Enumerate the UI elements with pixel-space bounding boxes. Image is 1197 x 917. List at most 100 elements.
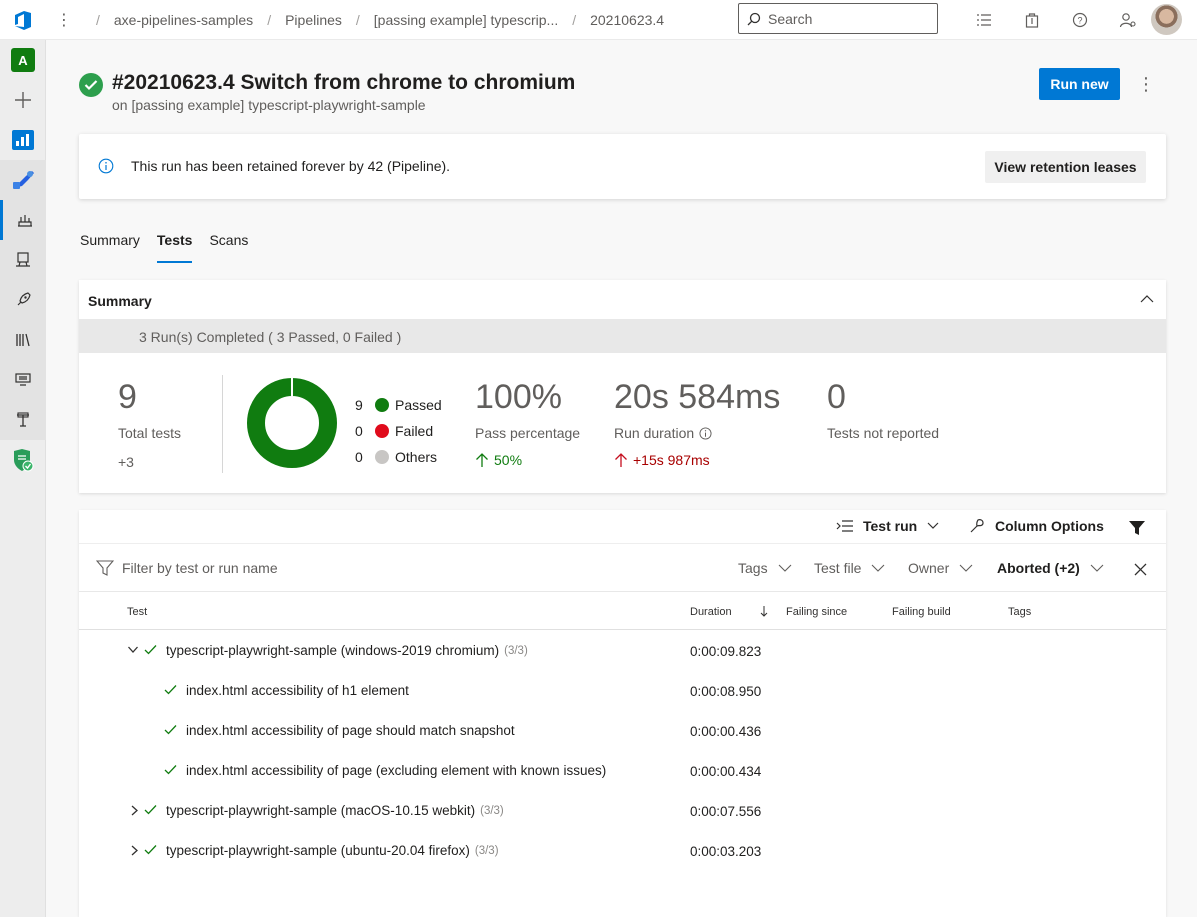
tab-tests[interactable]: Tests bbox=[156, 229, 193, 263]
library-icon[interactable] bbox=[0, 320, 46, 360]
table-row[interactable]: index.html accessibility of page (exclud… bbox=[79, 751, 1166, 791]
environments-icon[interactable] bbox=[0, 240, 46, 280]
deployment-groups-icon[interactable] bbox=[0, 400, 46, 440]
test-results-panel: Test run Column Options Filter by test o… bbox=[79, 510, 1166, 917]
breadcrumb-pipeline[interactable]: [passing example] typescrip... bbox=[374, 12, 558, 28]
column-header-tags[interactable]: Tags bbox=[1008, 606, 1031, 618]
retention-message: This run has been retained forever by 42… bbox=[131, 158, 451, 174]
arrow-up-icon bbox=[615, 453, 627, 467]
tab-summary[interactable]: Summary bbox=[80, 229, 140, 263]
tags-filter-dropdown[interactable]: Tags bbox=[738, 560, 792, 576]
filter-keyword-input[interactable]: Filter by test or run name bbox=[96, 560, 278, 576]
owner-filter-label: Owner bbox=[908, 560, 950, 576]
column-header-failing-build[interactable]: Failing build bbox=[892, 606, 951, 618]
tests-not-reported-label: Tests not reported bbox=[827, 425, 940, 441]
legend-others: 0 Others bbox=[355, 444, 442, 470]
test-duration: 0:00:09.823 bbox=[690, 644, 762, 659]
tab-scans[interactable]: Scans bbox=[209, 229, 248, 263]
table-row-group[interactable]: typescript-playwright-sample (ubuntu-20.… bbox=[79, 831, 1166, 871]
chevron-down-icon bbox=[927, 522, 939, 529]
run-new-button[interactable]: Run new bbox=[1039, 68, 1120, 100]
chevron-down-icon bbox=[778, 564, 791, 572]
run-header: #20210623.4 Switch from chrome to chromi… bbox=[79, 70, 575, 113]
owner-filter-dropdown[interactable]: Owner bbox=[908, 560, 973, 576]
breadcrumb-run[interactable]: 20210623.4 bbox=[590, 12, 664, 28]
table-row-group[interactable]: typescript-playwright-sample (windows-20… bbox=[79, 631, 1166, 671]
table-row[interactable]: index.html accessibility of page should … bbox=[79, 711, 1166, 751]
retention-banner: This run has been retained forever by 42… bbox=[79, 134, 1166, 199]
column-options-button[interactable]: Column Options bbox=[969, 518, 1104, 534]
search-input[interactable]: Search bbox=[738, 3, 938, 34]
outcome-filter-dropdown[interactable]: Aborted (+2) bbox=[997, 560, 1104, 576]
pipelines-icon[interactable] bbox=[0, 160, 46, 200]
pipelines-runs-icon[interactable] bbox=[0, 200, 46, 240]
help-icon[interactable]: ? bbox=[1056, 12, 1104, 28]
org-switcher[interactable]: A bbox=[0, 40, 46, 80]
svg-text:?: ? bbox=[1077, 16, 1082, 26]
run-duration-value: 20s 584ms bbox=[614, 378, 781, 416]
column-header-duration[interactable]: Duration bbox=[690, 606, 732, 618]
pass-percentage-trend: 50% bbox=[475, 452, 522, 468]
run-duration-delta: +15s 987ms bbox=[633, 452, 710, 468]
test-run-count: (3/3) bbox=[474, 844, 499, 857]
clear-filters-close-icon[interactable] bbox=[1134, 563, 1147, 576]
avatar[interactable] bbox=[1151, 4, 1182, 35]
column-headers: Test Duration Failing since Failing buil… bbox=[79, 593, 1166, 630]
breadcrumb-pipelines[interactable]: Pipelines bbox=[285, 12, 342, 28]
collapse-chevron-up-icon[interactable] bbox=[1140, 292, 1154, 306]
test-run-name: typescript-playwright-sample (ubuntu-20.… bbox=[166, 843, 470, 858]
total-tests-value: 9 bbox=[118, 378, 137, 416]
legend-failed-label: Failed bbox=[395, 423, 434, 439]
passed-check-icon bbox=[144, 805, 157, 815]
tests-not-reported-value: 0 bbox=[827, 378, 846, 416]
run-duration-label: Run duration bbox=[614, 425, 695, 441]
marketplace-bag-icon[interactable] bbox=[1008, 12, 1056, 28]
more-actions-icon[interactable]: ⋮ bbox=[1136, 72, 1156, 96]
user-settings-icon[interactable] bbox=[1104, 12, 1152, 28]
task-list-icon[interactable] bbox=[960, 13, 1008, 27]
test-run-name: typescript-playwright-sample (windows-20… bbox=[166, 643, 500, 658]
test-run-count: (3/3) bbox=[504, 644, 528, 657]
legend-others-label: Others bbox=[395, 449, 438, 465]
chevron-down-icon bbox=[959, 564, 973, 572]
more-options-icon[interactable]: ⋮ bbox=[46, 10, 82, 30]
view-retention-leases-button[interactable]: View retention leases bbox=[985, 151, 1146, 183]
passed-check-icon bbox=[164, 765, 177, 775]
test-file-filter-dropdown[interactable]: Test file bbox=[814, 560, 885, 576]
total-tests-label: Total tests bbox=[118, 425, 182, 441]
security-shield-icon[interactable] bbox=[0, 440, 46, 480]
test-duration: 0:00:07.556 bbox=[690, 804, 762, 819]
page-subtitle[interactable]: on [passing example] typescript-playwrig… bbox=[112, 97, 575, 113]
boards-icon[interactable] bbox=[0, 120, 46, 160]
column-header-test[interactable]: Test bbox=[127, 606, 147, 618]
legend-passed-dot bbox=[375, 398, 389, 412]
breadcrumb: ⋮ / axe-pipelines-samples / Pipelines / … bbox=[46, 0, 664, 40]
passed-check-icon bbox=[144, 645, 157, 655]
filter-icon[interactable] bbox=[1128, 520, 1146, 536]
chevron-right-icon[interactable] bbox=[129, 845, 141, 856]
runs-completed-band: 3 Run(s) Completed ( 3 Passed, 0 Failed … bbox=[79, 319, 1166, 353]
table-row-group[interactable]: typescript-playwright-sample (macOS-10.1… bbox=[79, 791, 1166, 831]
breadcrumb-project[interactable]: axe-pipelines-samples bbox=[114, 12, 253, 28]
info-icon bbox=[98, 158, 114, 174]
outcome-filter-label: Aborted (+2) bbox=[997, 560, 1080, 576]
passed-check-icon bbox=[164, 725, 177, 735]
left-nav-rail: A bbox=[0, 40, 46, 917]
donut-passed-arc bbox=[247, 378, 337, 468]
run-status-success-icon bbox=[79, 73, 103, 97]
chevron-right-icon[interactable] bbox=[129, 805, 141, 816]
sort-descending-arrow-icon[interactable] bbox=[760, 605, 768, 618]
run-duration-trend: +15s 987ms bbox=[614, 452, 710, 468]
new-item-plus-icon[interactable] bbox=[0, 80, 46, 120]
column-header-failing-since[interactable]: Failing since bbox=[786, 606, 847, 618]
top-icons: ? bbox=[960, 0, 1152, 40]
table-row[interactable]: index.html accessibility of h1 element 0… bbox=[79, 671, 1166, 711]
breadcrumb-separator: / bbox=[355, 11, 360, 28]
info-icon[interactable] bbox=[699, 426, 712, 440]
breadcrumb-separator: / bbox=[96, 11, 100, 28]
task-groups-icon[interactable] bbox=[0, 360, 46, 400]
releases-rocket-icon[interactable] bbox=[0, 280, 46, 320]
azure-devops-logo[interactable] bbox=[0, 0, 46, 40]
chevron-down-icon[interactable] bbox=[127, 646, 139, 654]
test-run-grouping-dropdown[interactable]: Test run bbox=[836, 518, 939, 534]
